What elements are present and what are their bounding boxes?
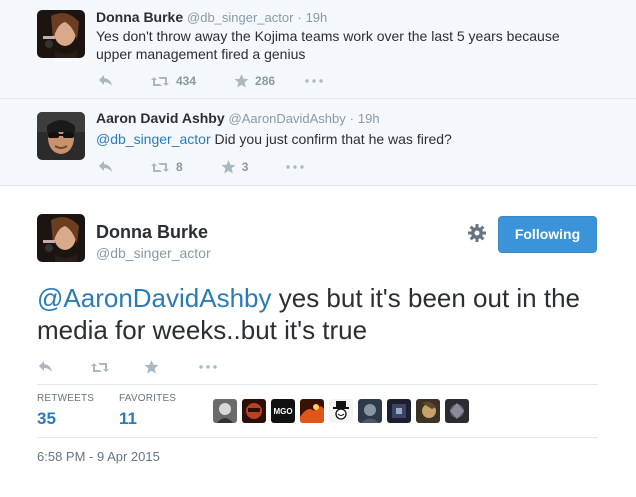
retweet-icon bbox=[151, 76, 169, 86]
reply-header: Aaron David Ashby @AaronDavidAshby · 19h bbox=[96, 110, 380, 126]
favoriter-avatar[interactable] bbox=[213, 399, 237, 423]
tweet-time[interactable]: 19h bbox=[358, 111, 380, 126]
tweet-time[interactable]: 19h bbox=[306, 10, 328, 25]
reply-icon bbox=[99, 75, 112, 86]
retweet-count: 434 bbox=[176, 74, 197, 88]
reply-icon bbox=[99, 161, 112, 172]
tweet-timestamp[interactable]: 6:58 PM - 9 Apr 2015 bbox=[37, 449, 160, 464]
divider bbox=[37, 437, 598, 438]
favoriter-avatar[interactable] bbox=[387, 399, 411, 423]
more-dots-icon bbox=[199, 365, 217, 369]
author-handle[interactable]: @db_singer_actor bbox=[187, 10, 293, 25]
retweet-icon bbox=[151, 162, 169, 172]
tweet-text: @AaronDavidAshby yes but it's been out i… bbox=[37, 282, 607, 346]
retweets-stat[interactable]: RETWEETS 35 bbox=[37, 393, 94, 429]
favoriter-avatar[interactable] bbox=[358, 399, 382, 423]
tweet-text-body: Did you just confirm that he was fired? bbox=[210, 131, 452, 147]
favorite-count: 3 bbox=[241, 160, 249, 174]
retweet-button[interactable]: 8 bbox=[150, 160, 183, 174]
svg-text:MGO: MGO bbox=[273, 407, 292, 416]
retweet-button[interactable]: 434 bbox=[150, 74, 196, 88]
permalink-tweet: Donna Burke @db_singer_actor Following @… bbox=[0, 186, 636, 497]
favoriter-avatar[interactable] bbox=[445, 399, 469, 423]
retweets-value: 35 bbox=[37, 409, 56, 428]
favorite-count: 286 bbox=[255, 74, 276, 88]
avatar[interactable] bbox=[37, 214, 85, 262]
mention-link[interactable]: @AaronDavidAshby bbox=[37, 283, 272, 313]
tweet-actions: 8 3 bbox=[96, 158, 305, 176]
tweet-actions: 434 286 bbox=[96, 72, 323, 90]
reply-button[interactable] bbox=[98, 160, 114, 174]
avatar[interactable] bbox=[37, 10, 85, 58]
more-button[interactable] bbox=[286, 165, 305, 169]
more-dots-icon bbox=[286, 165, 305, 169]
author-name[interactable]: Aaron David Ashby bbox=[96, 110, 225, 126]
more-dots-icon bbox=[305, 79, 323, 83]
following-button[interactable]: Following bbox=[498, 216, 597, 253]
favoriter-avatars: MGO bbox=[213, 399, 474, 423]
star-icon bbox=[144, 360, 159, 374]
gear-icon[interactable] bbox=[466, 222, 488, 244]
conversation-thread: Donna Burke @db_singer_actor · 19h Yes d… bbox=[0, 0, 636, 186]
retweet-button[interactable] bbox=[90, 361, 110, 374]
author-name[interactable]: Donna Burke bbox=[96, 222, 208, 243]
favoriter-avatar[interactable] bbox=[300, 399, 324, 423]
tweet-text: Yes don't throw away the Kojima teams wo… bbox=[96, 28, 560, 62]
favoriter-avatar[interactable] bbox=[329, 399, 353, 423]
divider bbox=[37, 384, 598, 385]
more-button[interactable] bbox=[305, 79, 323, 83]
separator-dot: · bbox=[349, 111, 355, 126]
star-icon bbox=[221, 160, 236, 174]
reply-icon bbox=[39, 361, 52, 372]
author-handle[interactable]: @db_singer_actor bbox=[96, 245, 211, 261]
avatar[interactable] bbox=[37, 112, 85, 160]
more-button[interactable] bbox=[199, 365, 217, 369]
tweet-text: @db_singer_actor Did you just confirm th… bbox=[96, 130, 596, 148]
reply-tweet[interactable]: Aaron David Ashby @AaronDavidAshby · 19h… bbox=[0, 99, 636, 186]
reply-header: Donna Burke @db_singer_actor · 19h bbox=[96, 9, 327, 25]
retweet-icon bbox=[91, 362, 109, 372]
favoriter-avatar[interactable] bbox=[416, 399, 440, 423]
tweet-actions bbox=[38, 358, 217, 376]
favorites-label: FAVORITES bbox=[119, 393, 177, 404]
favoriter-avatar[interactable] bbox=[242, 399, 266, 423]
mention-link[interactable]: @db_singer_actor bbox=[96, 131, 211, 147]
favoriter-avatar[interactable]: MGO bbox=[271, 399, 295, 423]
reply-tweet[interactable]: Donna Burke @db_singer_actor · 19h Yes d… bbox=[0, 0, 636, 99]
favorite-button[interactable]: 286 bbox=[234, 74, 275, 88]
reply-button[interactable] bbox=[38, 360, 54, 374]
retweets-label: RETWEETS bbox=[37, 393, 95, 404]
favorite-button[interactable]: 3 bbox=[221, 160, 249, 174]
favorites-stat[interactable]: FAVORITES 11 bbox=[119, 393, 176, 429]
separator-dot: · bbox=[297, 10, 302, 25]
author-name[interactable]: Donna Burke bbox=[96, 9, 183, 25]
favorite-button[interactable] bbox=[144, 360, 159, 374]
author-handle[interactable]: @AaronDavidAshby bbox=[229, 111, 346, 126]
star-icon bbox=[234, 74, 249, 88]
reply-button[interactable] bbox=[98, 74, 114, 88]
retweet-count: 8 bbox=[176, 160, 183, 174]
favorites-value: 11 bbox=[119, 409, 137, 428]
